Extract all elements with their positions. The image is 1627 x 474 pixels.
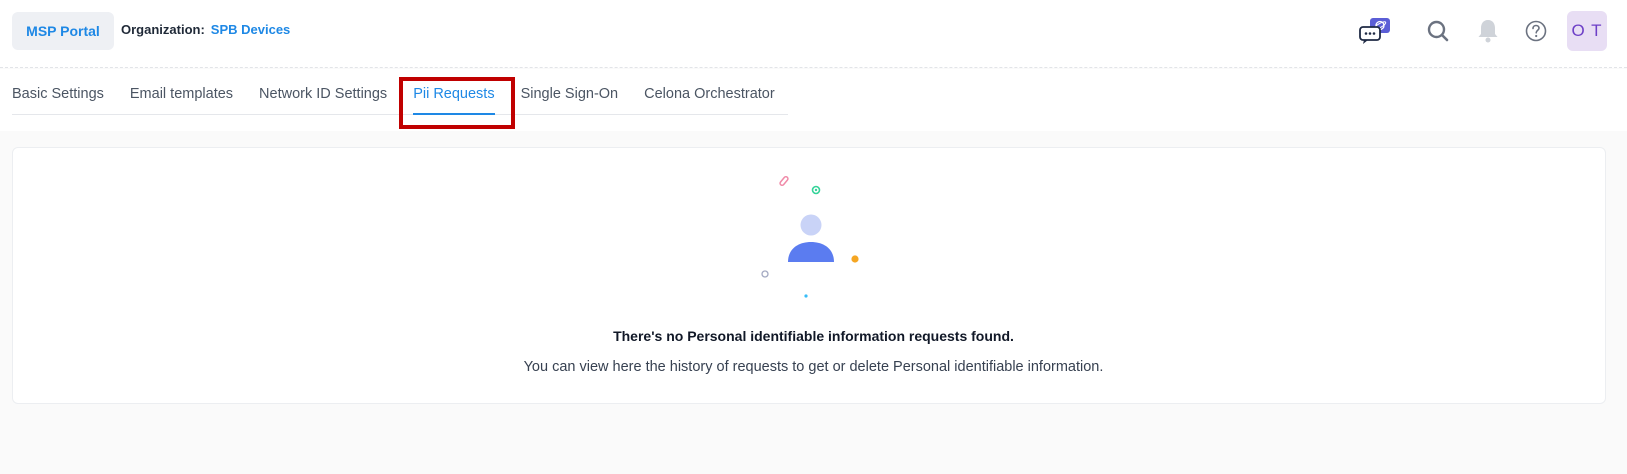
top-bar: MSP Portal Organization: SPB Devices O T	[0, 0, 1627, 68]
settings-tabs: Basic Settings Email templates Network I…	[12, 69, 788, 115]
chat-icon[interactable]	[1358, 14, 1392, 48]
tab-celona-orchestrator[interactable]: Celona Orchestrator	[631, 69, 788, 114]
empty-person-illustration	[761, 175, 859, 298]
bell-icon[interactable]	[1471, 14, 1505, 48]
tab-basic-settings[interactable]: Basic Settings	[12, 69, 117, 114]
help-icon[interactable]	[1519, 14, 1553, 48]
msp-portal-button[interactable]: MSP Portal	[12, 12, 114, 50]
organization-name[interactable]: SPB Devices	[211, 22, 291, 37]
tab-pii-requests[interactable]: Pii Requests	[400, 69, 507, 115]
tab-network-id-settings[interactable]: Network ID Settings	[246, 69, 400, 114]
person-icon	[788, 214, 834, 262]
search-icon[interactable]	[1421, 14, 1455, 48]
empty-state-subtitle: You can view here the history of request…	[523, 359, 1104, 375]
organization-info: Organization: SPB Devices	[121, 22, 290, 37]
organization-label: Organization:	[121, 22, 205, 37]
tab-email-templates[interactable]: Email templates	[117, 69, 246, 114]
tab-single-sign-on[interactable]: Single Sign-On	[508, 69, 632, 114]
tabs-bar: Basic Settings Email templates Network I…	[0, 69, 1627, 131]
empty-state-title: There's no Personal identifiable informa…	[613, 328, 1014, 344]
user-avatar[interactable]: O T	[1567, 11, 1607, 51]
